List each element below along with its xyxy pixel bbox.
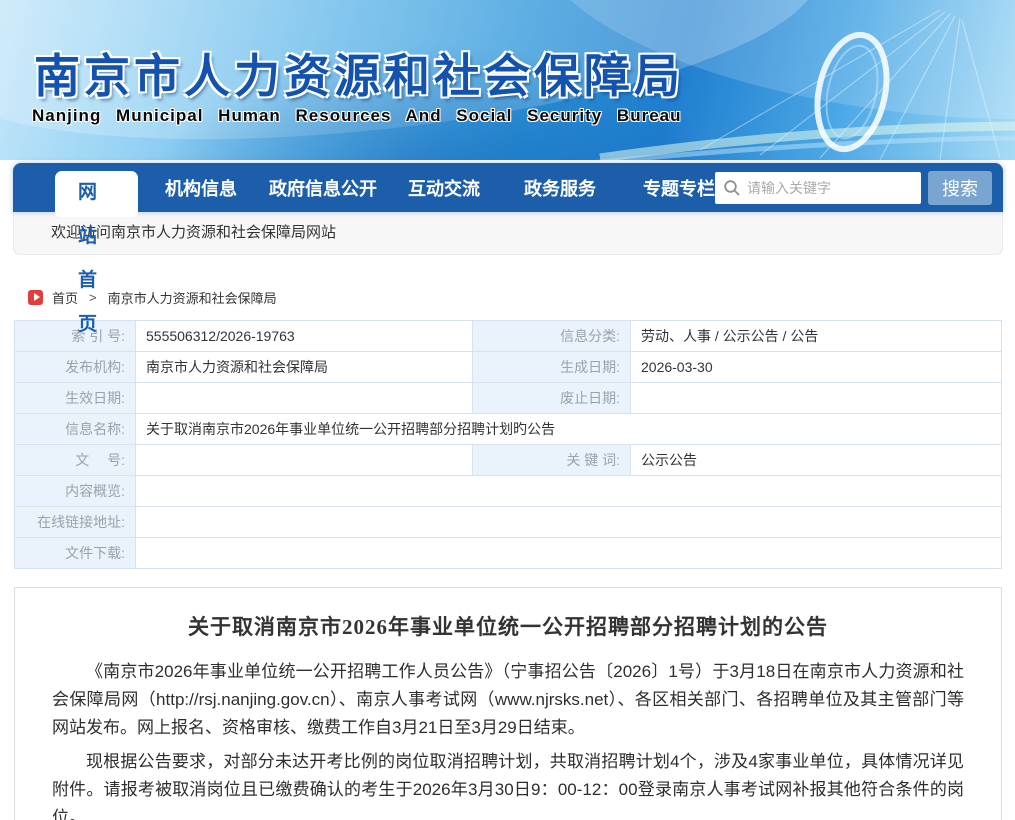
meta-label-effective-date: 生效日期: [15, 383, 136, 414]
page-shell: 网站首页 机构信息 政府信息公开 互动交流 政务服务 专题专栏 搜索 欢迎访问南… [13, 163, 1003, 255]
search-input[interactable] [715, 172, 921, 204]
nav-item-gov-services[interactable]: 政务服务 [524, 175, 596, 201]
table-row: 内容概览: [15, 476, 1002, 507]
meta-value-issuing-agency: 南京市人力资源和社会保障局 [136, 352, 473, 383]
breadcrumb-current: 南京市人力资源和社会保障局 [108, 288, 277, 307]
meta-label-generated-date: 生成日期: [473, 352, 631, 383]
breadcrumb-home-icon [28, 290, 43, 305]
meta-value-info-category: 劳动、人事 / 公示公告 / 公告 [631, 321, 1002, 352]
meta-value-info-name: 关于取消南京市2026年事业单位统一公开招聘部分招聘计划旳公告 [136, 414, 1002, 445]
meta-value-keywords: 公示公告 [631, 445, 1002, 476]
breadcrumb: 首页 > 南京市人力资源和社会保障局 [28, 288, 1015, 306]
article-paragraph-1: 《南京市2026年事业单位统一公开招聘工作人员公告》（宁事招公告〔2026〕1号… [15, 658, 1001, 742]
nav-tab-home[interactable]: 网站首页 [55, 171, 138, 217]
table-row: 生效日期: 废止日期: [15, 383, 1002, 414]
meta-value-file-download [136, 538, 1002, 569]
meta-label-file-download: 文件下载: [15, 538, 136, 569]
table-row: 文 号: 关 键 词: 公示公告 [15, 445, 1002, 476]
search-icon [723, 179, 741, 197]
site-title-english: Nanjing Municipal Human Resources And So… [32, 106, 682, 126]
meta-value-effective-date [136, 383, 473, 414]
main-navigation: 网站首页 机构信息 政府信息公开 互动交流 政务服务 专题专栏 搜索 [13, 163, 1003, 212]
breadcrumb-home-link[interactable]: 首页 [52, 288, 78, 307]
meta-label-content-overview: 内容概览: [15, 476, 136, 507]
meta-label-keywords: 关 键 词: [473, 445, 631, 476]
meta-label-info-name: 信息名称: [15, 414, 136, 445]
meta-label-repeal-date: 废止日期: [473, 383, 631, 414]
search-button[interactable]: 搜索 [928, 171, 992, 205]
welcome-bar: 欢迎访问南京市人力资源和社会保障局网站 [13, 212, 1003, 255]
table-row: 发布机构: 南京市人力资源和社会保障局 生成日期: 2026-03-30 [15, 352, 1002, 383]
meta-value-generated-date: 2026-03-30 [631, 352, 1002, 383]
search-box: 搜索 [715, 171, 992, 205]
meta-label-info-category: 信息分类: [473, 321, 631, 352]
meta-value-online-link [136, 507, 1002, 538]
nav-item-agency-info[interactable]: 机构信息 [165, 175, 237, 201]
table-row: 在线链接地址: [15, 507, 1002, 538]
meta-label-doc-number: 文 号: [15, 445, 136, 476]
meta-value-repeal-date [631, 383, 1002, 414]
nav-item-gov-info-disclosure[interactable]: 政府信息公开 [269, 175, 377, 201]
table-row: 索 引 号: 555506312/2026-19763 信息分类: 劳动、人事 … [15, 321, 1002, 352]
meta-value-content-overview [136, 476, 1002, 507]
nav-item-interaction[interactable]: 互动交流 [408, 175, 480, 201]
article-title: 关于取消南京市2026年事业单位统一公开招聘部分招聘计划的公告 [15, 611, 1001, 641]
table-row: 信息名称: 关于取消南京市2026年事业单位统一公开招聘部分招聘计划旳公告 [15, 414, 1002, 445]
meta-label-issuing-agency: 发布机构: [15, 352, 136, 383]
site-title-chinese: 南京市人力资源和社会保障局 [34, 40, 684, 106]
meta-value-doc-number [136, 445, 473, 476]
meta-label-online-link: 在线链接地址: [15, 507, 136, 538]
nav-item-special-columns[interactable]: 专题专栏 [643, 175, 715, 201]
article-paragraph-2: 现根据公告要求，对部分未达开考比例的岗位取消招聘计划，共取消招聘计划4个，涉及4… [15, 748, 1001, 820]
table-row: 文件下载: [15, 538, 1002, 569]
meta-value-index-number: 555506312/2026-19763 [136, 321, 473, 352]
article-card: 关于取消南京市2026年事业单位统一公开招聘部分招聘计划的公告 《南京市2026… [14, 587, 1002, 820]
header-banner: 南京市人力资源和社会保障局 Nanjing Municipal Human Re… [0, 0, 1015, 160]
document-meta-table: 索 引 号: 555506312/2026-19763 信息分类: 劳动、人事 … [14, 320, 1002, 569]
meta-label-index-number: 索 引 号: [15, 321, 136, 352]
